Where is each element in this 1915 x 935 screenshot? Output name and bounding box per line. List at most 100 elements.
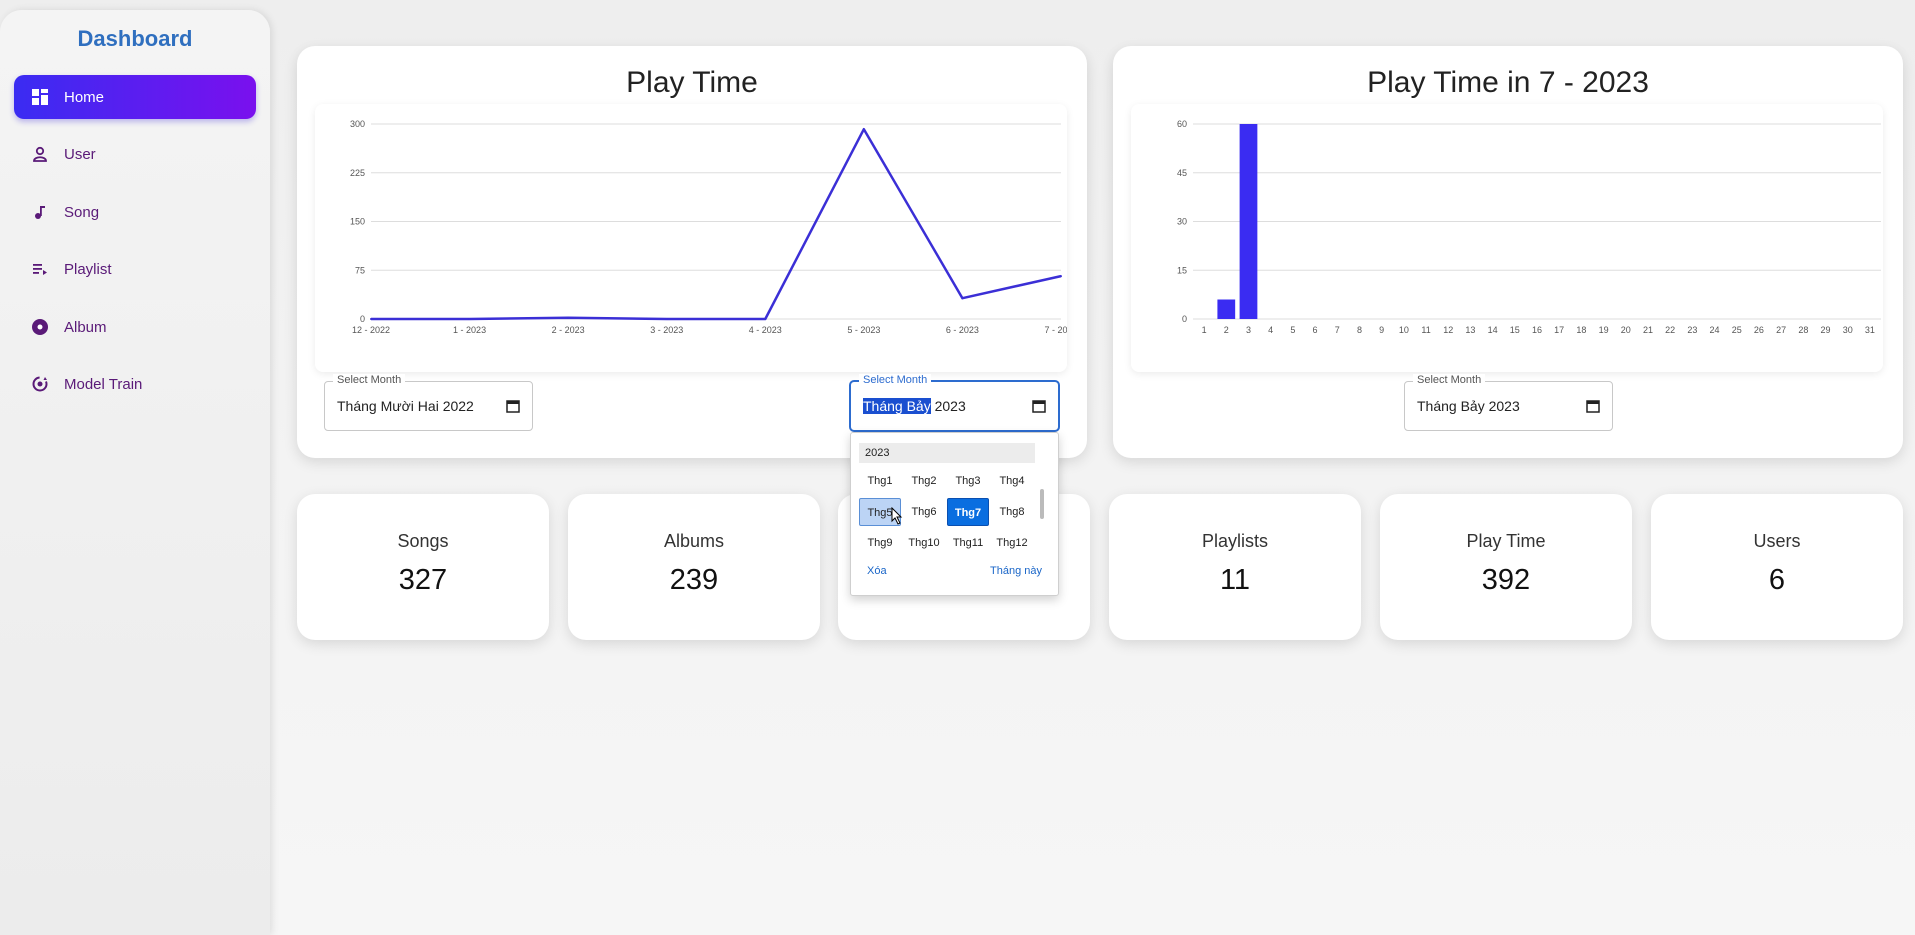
- picker-month-thg3[interactable]: Thg3: [947, 467, 989, 495]
- to-month-field[interactable]: Select Month Tháng Bảy 2023: [850, 374, 1059, 431]
- x-tick-label: 21: [1643, 325, 1653, 335]
- x-tick-label: 30: [1843, 325, 1853, 335]
- this-month-button[interactable]: Tháng này: [990, 565, 1042, 577]
- data-point: [764, 318, 767, 320]
- stat-label: Users: [1753, 531, 1801, 551]
- x-tick-label: 24: [1710, 325, 1720, 335]
- stat-value: 392: [1481, 564, 1531, 596]
- calendar-icon[interactable]: [1586, 399, 1600, 413]
- x-tick-label: 27: [1776, 325, 1786, 335]
- x-tick-label: 26: [1754, 325, 1764, 335]
- x-tick-label: 10: [1399, 325, 1409, 335]
- album-icon: [30, 317, 50, 337]
- y-tick-label: 60: [1177, 119, 1187, 129]
- x-tick-label: 29: [1821, 325, 1831, 335]
- sidebar-item-model-train[interactable]: Model Train: [14, 362, 256, 406]
- sidebar-item-label: Playlist: [64, 260, 112, 278]
- y-tick-label: 150: [350, 217, 365, 227]
- monthly-chart-area: 0 15 30 45 60 1 2 3 4 5 6 7 8 9 10 11 12 13 14 15 16 17 18 19 20…: [1131, 104, 1883, 372]
- y-tick-label: 0: [360, 314, 365, 324]
- y-tick-label: 75: [355, 265, 365, 275]
- picker-month-thg9[interactable]: Thg9: [859, 529, 901, 557]
- x-tick-label: 19: [1599, 325, 1609, 335]
- model-train-icon: [30, 374, 50, 394]
- sidebar-item-home[interactable]: Home: [14, 75, 256, 119]
- picker-month-thg4[interactable]: Thg4: [991, 467, 1033, 495]
- x-tick-label: 25: [1732, 325, 1742, 335]
- music-note-icon: [30, 202, 50, 222]
- x-tick-label: 15: [1510, 325, 1520, 335]
- y-tick-label: 45: [1177, 168, 1187, 178]
- dashboard-icon: [30, 87, 50, 107]
- field-value-rest: 2023: [930, 398, 966, 414]
- sidebar-item-label: Home: [64, 88, 105, 106]
- stat-value: 6: [1768, 564, 1786, 596]
- from-month-field[interactable]: Select Month Tháng Mười Hai 2022: [324, 374, 533, 431]
- x-tick-label: 18: [1576, 325, 1586, 335]
- picker-month-thg1[interactable]: Thg1: [859, 467, 901, 495]
- data-point: [468, 318, 471, 320]
- x-tick-label: 7 - 2023: [1044, 325, 1067, 335]
- stat-card-playlists: Playlists 11: [1109, 494, 1361, 640]
- mouse-cursor-icon: [891, 506, 903, 528]
- sidebar-item-album[interactable]: Album: [14, 305, 256, 349]
- x-tick-label: 23: [1687, 325, 1697, 335]
- picker-month-thg11[interactable]: Thg11: [947, 529, 989, 557]
- picker-year: 2023: [859, 443, 1035, 463]
- x-tick-label: 11: [1421, 325, 1430, 335]
- field-value-selected: Tháng Bảy: [863, 398, 931, 414]
- monthly-play-time-card: Play Time in 7 - 2023 0 15 30 45 60 1 2 3 4 5 6 7 8 9…: [1113, 46, 1903, 458]
- card-title: Play Time in 7 - 2023: [1367, 66, 1649, 99]
- sidebar-item-user[interactable]: User: [14, 132, 256, 176]
- sidebar-item-playlist[interactable]: Playlist: [14, 247, 256, 291]
- sidebar: Dashboard Home User Song Playlist Album: [0, 10, 270, 935]
- x-tick-label: 5: [1290, 325, 1295, 335]
- stat-label: Albums: [663, 531, 725, 551]
- calendar-icon[interactable]: [1032, 399, 1046, 413]
- field-value: Tháng Bảy 2023: [863, 398, 966, 414]
- picker-month-thg12[interactable]: Thg12: [991, 529, 1033, 557]
- monthly-bar-chart: 0153045601 2 3 4 5 6 7 8 9 10 11 12 13 14 15 16 17 18 19 20…: [1177, 119, 1881, 335]
- stat-card-play-time: Play Time 392: [1380, 494, 1632, 640]
- sidebar-item-song[interactable]: Song: [14, 190, 256, 234]
- x-tick-label: 16: [1532, 325, 1542, 335]
- y-tick-label: 30: [1177, 217, 1187, 227]
- x-tick-label: 12: [1443, 325, 1453, 335]
- stat-value: 327: [398, 564, 448, 596]
- clear-button[interactable]: Xóa: [867, 565, 887, 577]
- x-tick-label: 6: [1313, 325, 1318, 335]
- picker-month-thg7[interactable]: Thg7: [947, 498, 989, 526]
- sidebar-item-label: Model Train: [64, 375, 143, 393]
- x-tick-label: 3: [1246, 325, 1251, 335]
- sidebar-item-label: Album: [64, 318, 107, 336]
- x-tick-label: 12 - 2022: [352, 325, 390, 335]
- x-tick-label: 7: [1335, 325, 1340, 335]
- field-label: Select Month: [859, 374, 932, 386]
- field-value: Tháng Bảy 2023: [1417, 398, 1520, 414]
- field-label: Select Month: [333, 374, 406, 386]
- picker-month-thg8[interactable]: Thg8: [991, 498, 1033, 526]
- card-title: Play Time: [626, 66, 758, 99]
- sidebar-title: Dashboard: [77, 26, 193, 51]
- x-tick-label: 17: [1554, 325, 1564, 335]
- y-tick-label: 15: [1177, 265, 1187, 275]
- monthly-month-field[interactable]: Select Month Tháng Bảy 2023: [1404, 374, 1613, 431]
- stat-value: 239: [669, 564, 719, 596]
- data-point: [1060, 275, 1062, 278]
- bar: [1217, 299, 1236, 319]
- picker-month-thg2[interactable]: Thg2: [903, 467, 945, 495]
- field-value: Tháng Mười Hai 2022: [337, 398, 474, 414]
- picker-month-thg6[interactable]: Thg6: [903, 498, 945, 526]
- picker-month-thg10[interactable]: Thg10: [903, 529, 945, 557]
- picker-scrollbar[interactable]: [1040, 489, 1044, 519]
- sidebar-item-label: User: [64, 145, 96, 163]
- x-tick-label: 28: [1798, 325, 1808, 335]
- x-tick-label: 1 - 2023: [453, 325, 486, 335]
- x-tick-label: 20: [1621, 325, 1631, 335]
- x-tick-label: 14: [1488, 325, 1498, 335]
- stat-card-users: Users 6: [1651, 494, 1903, 640]
- calendar-icon[interactable]: [506, 399, 520, 413]
- data-point: [961, 297, 964, 300]
- x-tick-label: 4 - 2023: [749, 325, 782, 335]
- sidebar-item-label: Song: [64, 203, 100, 221]
